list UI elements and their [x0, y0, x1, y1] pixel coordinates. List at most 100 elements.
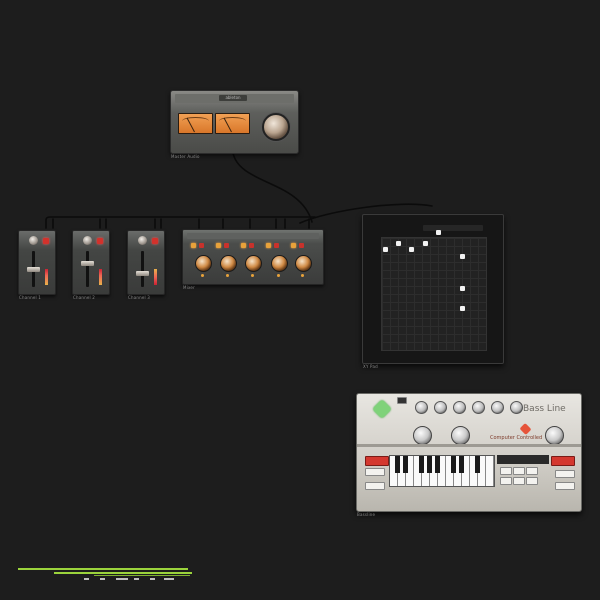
- black-key[interactable]: [419, 456, 424, 473]
- power-switch[interactable]: [397, 397, 407, 404]
- gem-icon: [372, 399, 392, 419]
- black-key[interactable]: [475, 456, 480, 473]
- keyboard[interactable]: [389, 455, 495, 487]
- rack-button-3[interactable]: [216, 243, 221, 248]
- black-key[interactable]: [459, 456, 464, 473]
- xy-pad-tabbar[interactable]: [423, 225, 483, 231]
- black-key[interactable]: [451, 456, 456, 473]
- step-button[interactable]: [500, 467, 512, 475]
- rack-button-1[interactable]: [191, 243, 196, 248]
- level-meter: [45, 269, 48, 285]
- volume-fader[interactable]: [27, 267, 40, 272]
- channel-strip-2[interactable]: Channel 2: [72, 230, 110, 300]
- strip-gain-knob[interactable]: [83, 236, 92, 245]
- rack-knob-2[interactable]: [220, 255, 237, 272]
- rack-indicator: [301, 274, 304, 277]
- timeline-marker: [134, 578, 139, 580]
- step-button[interactable]: [526, 477, 538, 485]
- mixer-rack[interactable]: Mixer: [182, 229, 324, 290]
- envmod-knob[interactable]: [472, 401, 485, 414]
- tap-button[interactable]: [555, 470, 575, 478]
- synth-subtitle: Computer Controlled: [490, 435, 543, 441]
- strip-mute-led[interactable]: [152, 238, 158, 244]
- panel-divider: [357, 444, 581, 447]
- write-button[interactable]: [551, 456, 575, 466]
- xy-point[interactable]: [436, 230, 441, 235]
- step-button[interactable]: [526, 467, 538, 475]
- strip-mute-led[interactable]: [97, 238, 103, 244]
- volume-fader[interactable]: [81, 261, 94, 266]
- run-stop-button[interactable]: [365, 456, 389, 466]
- black-key[interactable]: [435, 456, 440, 473]
- xy-point[interactable]: [409, 247, 414, 252]
- black-key[interactable]: [403, 456, 408, 473]
- rack-knob-5[interactable]: [295, 255, 312, 272]
- strip-gain-knob[interactable]: [29, 236, 38, 245]
- bass-line-synth[interactable]: Bass Line Computer Controlled Bassline: [356, 393, 582, 517]
- decay-knob[interactable]: [491, 401, 504, 414]
- rack-button-9[interactable]: [291, 243, 296, 248]
- channel-strip-1[interactable]: Channel 1: [18, 230, 56, 300]
- xy-point[interactable]: [396, 241, 401, 246]
- volume-fader[interactable]: [136, 271, 149, 276]
- timeline-overview[interactable]: [18, 568, 193, 584]
- rack-button-10[interactable]: [299, 243, 304, 248]
- timeline-marker: [116, 578, 128, 580]
- rack-knob-1[interactable]: [195, 255, 212, 272]
- xy-pad-module[interactable]: XY Pad: [362, 214, 504, 369]
- cutoff-knob[interactable]: [434, 401, 447, 414]
- timeline-marker: [150, 578, 155, 580]
- timeline-track-2: [54, 572, 192, 574]
- step-button[interactable]: [500, 477, 512, 485]
- strip-label: Channel 2: [73, 295, 96, 300]
- xy-point[interactable]: [383, 247, 388, 252]
- cable-bus: [45, 216, 316, 229]
- rack-button-4[interactable]: [224, 243, 229, 248]
- xy-point[interactable]: [460, 286, 465, 291]
- rack-knob-4[interactable]: [271, 255, 288, 272]
- pattern-knob[interactable]: [451, 426, 470, 445]
- resonance-knob[interactable]: [453, 401, 466, 414]
- strip-label: Channel 1: [19, 295, 42, 300]
- rack-button-2[interactable]: [199, 243, 204, 248]
- rack-header: [187, 233, 319, 239]
- channel-strip-3[interactable]: Channel 3: [127, 230, 165, 300]
- strip-mute-led[interactable]: [43, 238, 49, 244]
- accent-knob[interactable]: [510, 401, 523, 414]
- rack-indicator: [277, 274, 280, 277]
- rack-button-5[interactable]: [241, 243, 246, 248]
- timeline-track-3: [94, 575, 190, 576]
- volume-knob[interactable]: [545, 426, 564, 445]
- xy-pad-label: XY Pad: [363, 364, 378, 369]
- black-key[interactable]: [427, 456, 432, 473]
- fader-slot: [86, 251, 89, 287]
- white-key[interactable]: [486, 456, 494, 486]
- step-display: [497, 455, 549, 464]
- strip-gain-knob[interactable]: [138, 236, 147, 245]
- xy-point[interactable]: [423, 241, 428, 246]
- master-label: Master Audio: [171, 154, 200, 159]
- tuning-knob[interactable]: [415, 401, 428, 414]
- step-button[interactable]: [513, 477, 525, 485]
- xy-point[interactable]: [460, 306, 465, 311]
- pitch-mode-button[interactable]: [365, 468, 385, 476]
- rack-knob-3[interactable]: [245, 255, 262, 272]
- back-button[interactable]: [555, 482, 575, 490]
- rack-button-8[interactable]: [274, 243, 279, 248]
- vu-meter-right: [215, 113, 250, 134]
- cable-master-to-rack: [232, 152, 313, 223]
- timeline-marker: [84, 578, 89, 580]
- vu-meter-left: [178, 113, 213, 134]
- timeline-marker: [100, 578, 105, 580]
- rack-indicator: [251, 274, 254, 277]
- xy-pad-grid[interactable]: [381, 230, 487, 351]
- step-button[interactable]: [513, 467, 525, 475]
- black-key[interactable]: [395, 456, 400, 473]
- xy-point[interactable]: [460, 254, 465, 259]
- master-brand-badge: ableton: [219, 95, 247, 101]
- time-mode-button[interactable]: [365, 482, 385, 490]
- rack-button-7[interactable]: [266, 243, 271, 248]
- tempo-knob[interactable]: [413, 426, 432, 445]
- rack-button-6[interactable]: [249, 243, 254, 248]
- master-volume-knob[interactable]: [262, 113, 290, 141]
